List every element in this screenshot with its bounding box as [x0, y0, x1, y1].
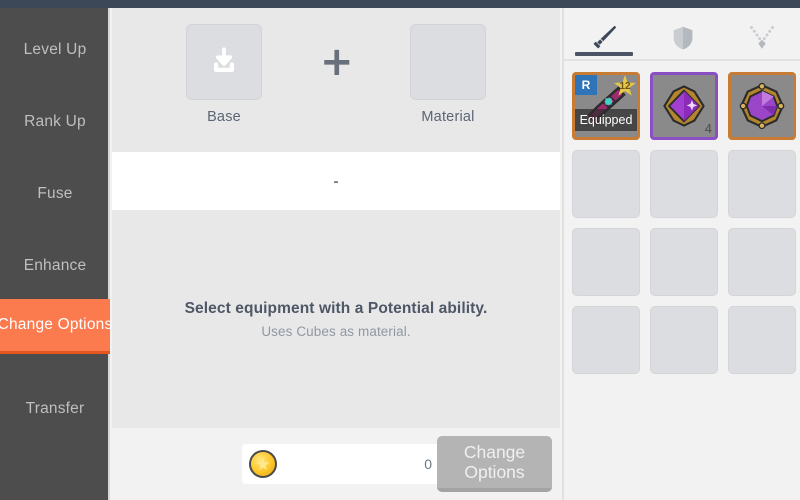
- sidebar-item-level-up[interactable]: Level Up: [0, 24, 110, 76]
- inventory-empty-slot[interactable]: [728, 228, 796, 296]
- craft-slots-row: Base + Material: [112, 8, 560, 152]
- cost-field: 0: [242, 444, 442, 484]
- inventory-tabs: [564, 8, 800, 66]
- info-title: Select equipment with a Potential abilit…: [184, 299, 488, 317]
- info-panel: Select equipment with a Potential abilit…: [112, 210, 560, 428]
- base-slot[interactable]: [186, 24, 262, 100]
- base-slot-label: Base: [207, 109, 241, 125]
- inventory-empty-slot[interactable]: [650, 228, 718, 296]
- change-options-button[interactable]: Change Options: [437, 436, 552, 492]
- inventory-item-card[interactable]: R 12 Equipped: [572, 72, 640, 140]
- sidebar-item-label: Transfer: [25, 400, 85, 417]
- sword-icon: [593, 25, 616, 49]
- sidebar-item-label: Rank Up: [24, 113, 86, 130]
- purple-cube-sprite: [663, 85, 705, 127]
- inventory-empty-slot[interactable]: [572, 150, 640, 218]
- inventory-panel: R 12 Equipped 4: [562, 8, 800, 500]
- tab-active-indicator: [574, 52, 633, 56]
- inbox-download-icon: [213, 47, 235, 73]
- cost-value: 0: [424, 456, 432, 472]
- inventory-empty-slot[interactable]: [650, 306, 718, 374]
- inventory-empty-slot[interactable]: [728, 306, 796, 374]
- star-level-value: 12: [619, 80, 631, 92]
- info-subtitle: Uses Cubes as material.: [261, 323, 411, 339]
- star-level-badge: 12: [613, 75, 637, 97]
- material-slot[interactable]: [410, 24, 486, 100]
- shield-icon: [673, 26, 692, 50]
- inventory-item-card[interactable]: 4: [650, 72, 718, 140]
- sidebar-item-enhance[interactable]: Enhance: [0, 240, 110, 292]
- footer-bar: 0 Change Options: [112, 428, 560, 500]
- inventory-empty-slot[interactable]: [572, 228, 640, 296]
- sidebar-item-rank-up[interactable]: Rank Up: [0, 96, 110, 148]
- sidebar-item-change-options[interactable]: Change Options: [0, 299, 113, 354]
- top-status-bar: [0, 0, 800, 8]
- equipment-screen: Level Up Rank Up Fuse Enhance Change Opt…: [0, 0, 800, 500]
- necklace-icon: [749, 26, 774, 49]
- result-text: -: [333, 172, 339, 190]
- equipped-status-badge: Equipped: [575, 109, 637, 131]
- result-strip: -: [112, 152, 560, 210]
- tab-accessories[interactable]: [722, 16, 800, 60]
- sidebar-item-label: Level Up: [23, 41, 87, 58]
- tab-armor[interactable]: [643, 16, 722, 60]
- item-quantity: 4: [704, 121, 712, 136]
- material-slot-label: Material: [421, 109, 475, 125]
- inventory-empty-slot[interactable]: [650, 150, 718, 218]
- inventory-grid: R 12 Equipped 4: [564, 66, 800, 426]
- material-slot-group: Material: [408, 24, 488, 125]
- base-slot-group: Base: [184, 24, 264, 125]
- sidebar-item-fuse[interactable]: Fuse: [0, 168, 110, 220]
- sidebar-item-label: Change Options: [0, 316, 113, 333]
- sidebar-item-transfer[interactable]: Transfer: [0, 383, 110, 435]
- inventory-empty-slot[interactable]: [728, 150, 796, 218]
- inventory-empty-slot[interactable]: [572, 306, 640, 374]
- rarity-badge: R: [575, 75, 597, 95]
- sidebar-nav: Level Up Rank Up Fuse Enhance Change Opt…: [0, 8, 113, 500]
- sidebar-item-label: Enhance: [23, 257, 87, 274]
- inventory-item-card[interactable]: [728, 72, 796, 140]
- sidebar-item-label: Fuse: [37, 185, 73, 202]
- plus-icon: +: [320, 39, 354, 85]
- purple-gem-sprite: [739, 82, 785, 130]
- gold-coin-icon: [249, 450, 277, 478]
- craft-panel: Base + Material - Select equipment with …: [112, 8, 560, 500]
- tab-weapons[interactable]: [564, 16, 643, 60]
